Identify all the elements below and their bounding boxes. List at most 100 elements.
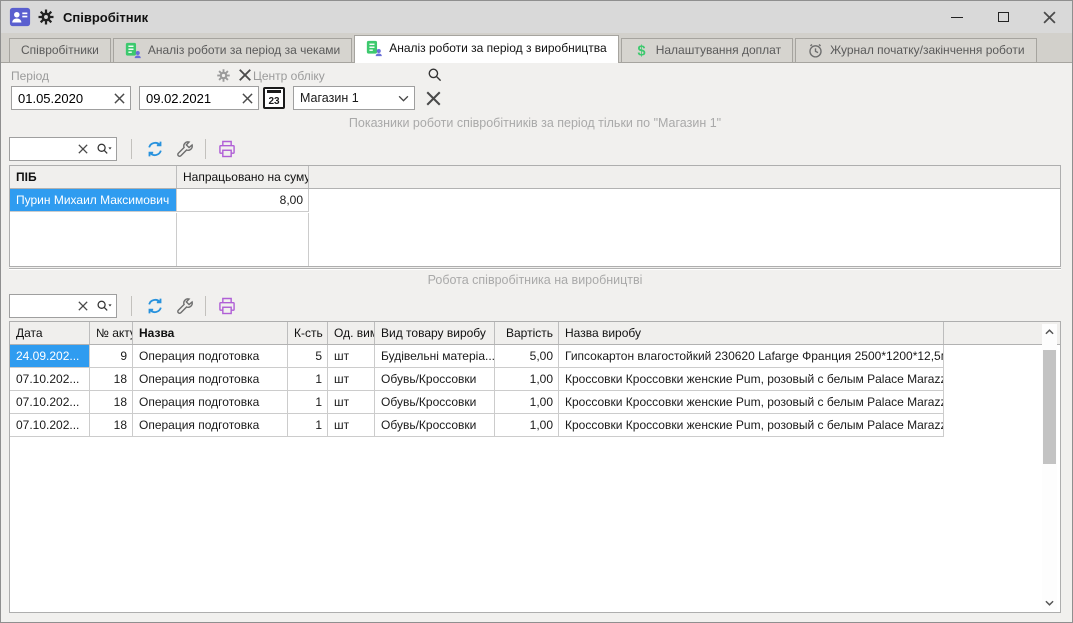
production-toolbar: [9, 291, 1061, 321]
table-cell[interactable]: Обувь/Кроссовки: [375, 391, 495, 414]
table-cell[interactable]: Операция подготовка: [133, 345, 288, 368]
table-cell[interactable]: Кроссовки Кроссовки женские Pum, розовый…: [559, 368, 944, 391]
clear-center-icon[interactable]: [423, 88, 443, 108]
column-header[interactable]: К-сть: [288, 322, 328, 344]
calendar-icon[interactable]: 23: [263, 87, 285, 109]
settings-button[interactable]: [173, 138, 197, 160]
center-select[interactable]: Магазин 1: [293, 86, 415, 110]
clear-date-from-icon[interactable]: [108, 87, 130, 109]
table-cell[interactable]: 1: [288, 368, 328, 391]
print-button[interactable]: [215, 138, 239, 160]
table-cell[interactable]: шт: [328, 368, 375, 391]
column-header-amount[interactable]: Напрацьовано на суму: [177, 166, 309, 188]
date-to-field[interactable]: [139, 86, 259, 110]
table-cell[interactable]: Кроссовки Кроссовки женские Pum, розовый…: [559, 391, 944, 414]
table-cell[interactable]: 1,00: [495, 391, 559, 414]
vertical-scrollbar[interactable]: [1042, 324, 1057, 610]
table-cell[interactable]: Гипсокартон влагостойкий 230620 Lafarge …: [559, 345, 944, 368]
table-row[interactable]: 24.09.202...9Операция подготовка5штБудів…: [10, 345, 1060, 368]
employees-table-body: Пурин Михаил Максимович8,00: [10, 189, 1060, 212]
table-cell[interactable]: 5: [288, 345, 328, 368]
employees-section-title: Показники роботи співробітників за періо…: [9, 112, 1061, 134]
table-cell[interactable]: шт: [328, 391, 375, 414]
table-row[interactable]: 07.10.202...18Операция подготовка1штОбув…: [10, 391, 1060, 414]
toolbar-separator: [131, 139, 132, 159]
column-header[interactable]: Назва: [133, 322, 288, 344]
column-header[interactable]: № акту: [90, 322, 133, 344]
tab-3[interactable]: Аналіз роботи за період з виробництва: [354, 35, 619, 63]
table-cell[interactable]: 24.09.202...: [10, 345, 90, 368]
table-row[interactable]: 07.10.202...18Операция подготовка1штОбув…: [10, 368, 1060, 391]
tab-5[interactable]: Журнал початку/закінчення роботи: [795, 38, 1036, 62]
settings-button[interactable]: [173, 295, 197, 317]
table-row[interactable]: Пурин Михаил Максимович8,00: [10, 189, 1060, 212]
table-cell[interactable]: шт: [328, 414, 375, 437]
clear-search-icon[interactable]: [74, 138, 92, 160]
table-cell[interactable]: шт: [328, 345, 375, 368]
table-cell[interactable]: 9: [90, 345, 133, 368]
column-header[interactable]: Вид товару виробу: [375, 322, 495, 344]
scrollbar-thumb[interactable]: [1043, 350, 1056, 464]
chevron-up-icon[interactable]: [1042, 324, 1057, 339]
column-header[interactable]: Назва виробу: [559, 322, 944, 344]
refresh-button[interactable]: [143, 138, 167, 160]
table-cell[interactable]: 18: [90, 414, 133, 437]
production-search-input[interactable]: [10, 299, 74, 313]
table-cell[interactable]: Кроссовки Кроссовки женские Pum, розовый…: [559, 414, 944, 437]
tab-1[interactable]: Співробітники: [9, 38, 111, 62]
table-cell[interactable]: 07.10.202...: [10, 368, 90, 391]
table-cell[interactable]: 1: [288, 414, 328, 437]
table-row[interactable]: 07.10.202...18Операция подготовка1штОбув…: [10, 414, 1060, 437]
gear-icon[interactable]: [216, 68, 231, 83]
clear-date-to-icon[interactable]: [236, 87, 258, 109]
tab-4[interactable]: $Налаштування доплат: [621, 38, 793, 62]
close-icon: [1043, 11, 1056, 24]
production-search-field[interactable]: [9, 294, 117, 318]
table-cell[interactable]: Операция подготовка: [133, 368, 288, 391]
content-area: Період Центр обліку: [1, 63, 1072, 623]
report-person-icon: [125, 42, 142, 59]
titlebar: Співробітник: [1, 1, 1072, 33]
table-cell[interactable]: Операция подготовка: [133, 391, 288, 414]
date-from-field[interactable]: [11, 86, 131, 110]
close-button[interactable]: [1026, 1, 1072, 33]
employee-name-cell[interactable]: Пурин Михаил Максимович: [10, 189, 177, 212]
search-options-icon[interactable]: [92, 138, 116, 160]
table-cell[interactable]: Обувь/Кроссовки: [375, 368, 495, 391]
search-icon[interactable]: [427, 67, 443, 83]
employees-toolbar: [9, 134, 1061, 164]
refresh-button[interactable]: [143, 295, 167, 317]
search-options-icon[interactable]: [92, 295, 116, 317]
table-cell[interactable]: Операция подготовка: [133, 414, 288, 437]
date-to-input[interactable]: [140, 91, 236, 106]
clear-filter-icon[interactable]: [238, 68, 252, 82]
table-cell[interactable]: 1,00: [495, 368, 559, 391]
table-cell[interactable]: 07.10.202...: [10, 414, 90, 437]
table-cell[interactable]: Будівельні матеріа...: [375, 345, 495, 368]
employees-search-field[interactable]: [9, 137, 117, 161]
table-cell[interactable]: 07.10.202...: [10, 391, 90, 414]
date-from-input[interactable]: [12, 91, 108, 106]
column-header[interactable]: Вартість: [495, 322, 559, 344]
employee-amount-cell[interactable]: 8,00: [177, 189, 309, 212]
clear-search-icon[interactable]: [74, 295, 92, 317]
print-button[interactable]: [215, 295, 239, 317]
tab-2[interactable]: Аналіз роботи за період за чеками: [113, 38, 352, 62]
refresh-icon: [145, 139, 165, 159]
column-header-pib[interactable]: ПІБ: [10, 166, 177, 188]
toolbar-separator: [205, 139, 206, 159]
maximize-button[interactable]: [980, 1, 1026, 33]
chevron-down-icon: [392, 87, 414, 109]
table-cell[interactable]: 18: [90, 391, 133, 414]
tab-bar: СпівробітникиАналіз роботи за період за …: [1, 33, 1072, 63]
column-header[interactable]: Дата: [10, 322, 90, 344]
table-cell[interactable]: 5,00: [495, 345, 559, 368]
table-cell[interactable]: 1,00: [495, 414, 559, 437]
minimize-button[interactable]: [934, 1, 980, 33]
employees-search-input[interactable]: [10, 142, 74, 156]
table-cell[interactable]: Обувь/Кроссовки: [375, 414, 495, 437]
table-cell[interactable]: 18: [90, 368, 133, 391]
chevron-down-icon[interactable]: [1042, 595, 1057, 610]
table-cell[interactable]: 1: [288, 391, 328, 414]
column-header[interactable]: Од. вим.: [328, 322, 375, 344]
